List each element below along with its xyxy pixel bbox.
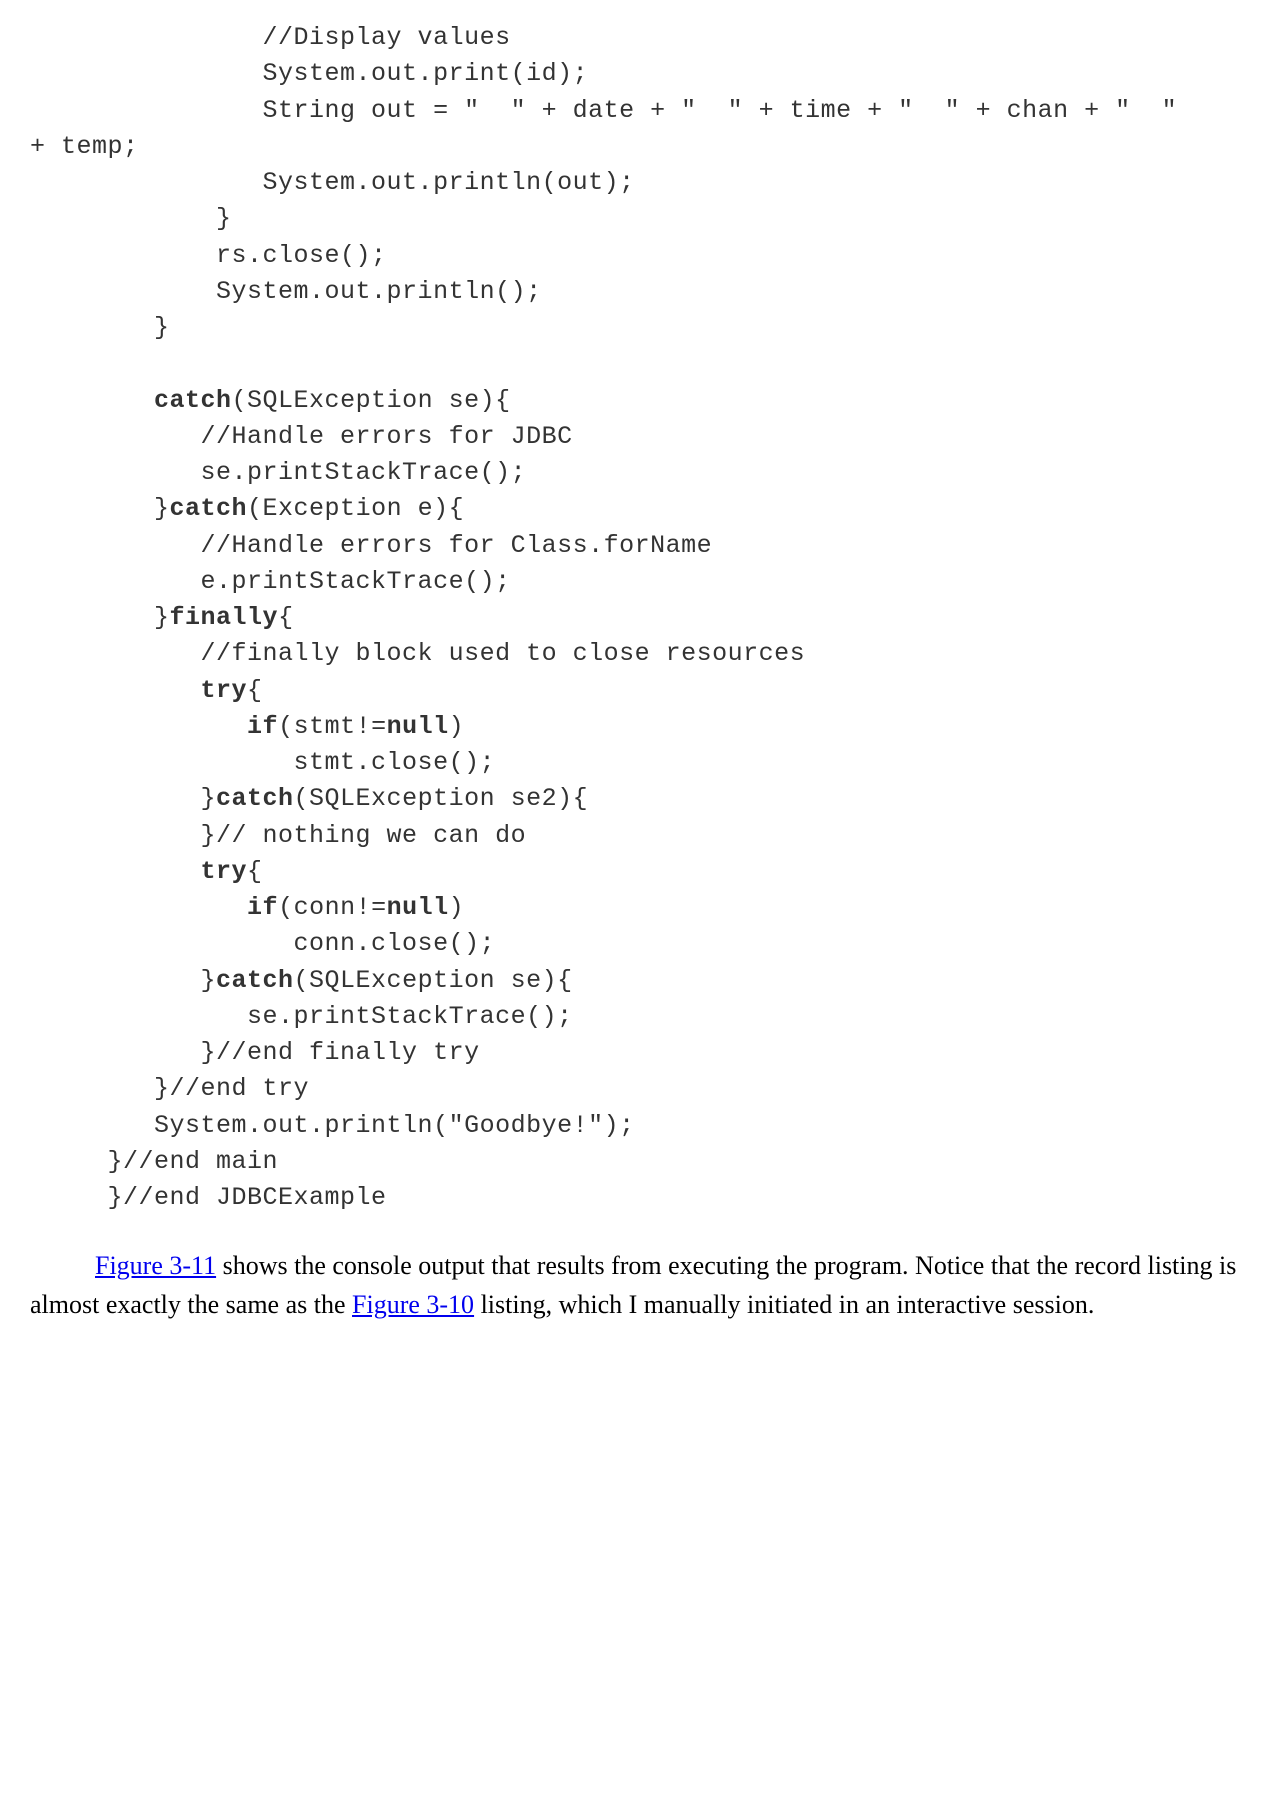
- code-line: }// nothing we can do: [30, 821, 526, 850]
- code-line: System.out.print(id);: [30, 59, 588, 88]
- keyword-null: null: [387, 893, 449, 922]
- keyword-try: try: [201, 857, 248, 886]
- code-line: }//end try: [30, 1074, 309, 1103]
- keyword-if: if: [247, 893, 278, 922]
- code-line: System.out.println(out);: [30, 168, 635, 197]
- code-line: rs.close();: [30, 241, 387, 270]
- code-line: try{: [30, 676, 263, 705]
- keyword-catch: catch: [170, 494, 248, 523]
- code-line: }catch(Exception e){: [30, 494, 464, 523]
- code-line: }: [30, 204, 232, 233]
- paragraph-text: listing, which I manually initiated in a…: [474, 1290, 1094, 1319]
- keyword-if: if: [247, 712, 278, 741]
- keyword-finally: finally: [170, 603, 279, 632]
- code-line: }: [30, 313, 170, 342]
- code-line: }catch(SQLException se){: [30, 966, 573, 995]
- keyword-null: null: [387, 712, 449, 741]
- code-line: //Handle errors for Class.forName: [30, 531, 712, 560]
- code-line: e.printStackTrace();: [30, 567, 511, 596]
- code-line: }//end JDBCExample: [30, 1183, 387, 1212]
- code-line: }finally{: [30, 603, 294, 632]
- figure-link-3-10[interactable]: Figure 3-10: [352, 1290, 474, 1319]
- keyword-catch: catch: [216, 784, 294, 813]
- code-listing: //Display values System.out.print(id); S…: [30, 20, 1250, 1216]
- code-line: System.out.println();: [30, 277, 542, 306]
- code-line: stmt.close();: [30, 748, 495, 777]
- code-line: if(stmt!=null): [30, 712, 464, 741]
- keyword-catch: catch: [216, 966, 294, 995]
- code-line: //finally block used to close resources: [30, 639, 805, 668]
- code-line: System.out.println("Goodbye!");: [30, 1111, 635, 1140]
- code-line: catch(SQLException se){: [30, 386, 511, 415]
- code-line: + temp;: [30, 132, 139, 161]
- code-line: if(conn!=null): [30, 893, 464, 922]
- code-line: //Handle errors for JDBC: [30, 422, 573, 451]
- keyword-try: try: [201, 676, 248, 705]
- code-line: se.printStackTrace();: [30, 1002, 573, 1031]
- code-line: conn.close();: [30, 929, 495, 958]
- code-line: }//end finally try: [30, 1038, 480, 1067]
- code-line: String out = " " + date + " " + time + "…: [30, 96, 1177, 125]
- code-line: try{: [30, 857, 263, 886]
- code-line: se.printStackTrace();: [30, 458, 526, 487]
- keyword-catch: catch: [154, 386, 232, 415]
- code-line: }//end main: [30, 1147, 278, 1176]
- code-line: //Display values: [30, 23, 511, 52]
- code-line: }catch(SQLException se2){: [30, 784, 588, 813]
- figure-link-3-11[interactable]: Figure 3-11: [95, 1251, 216, 1280]
- body-paragraph: Figure 3-11 shows the console output tha…: [30, 1246, 1250, 1324]
